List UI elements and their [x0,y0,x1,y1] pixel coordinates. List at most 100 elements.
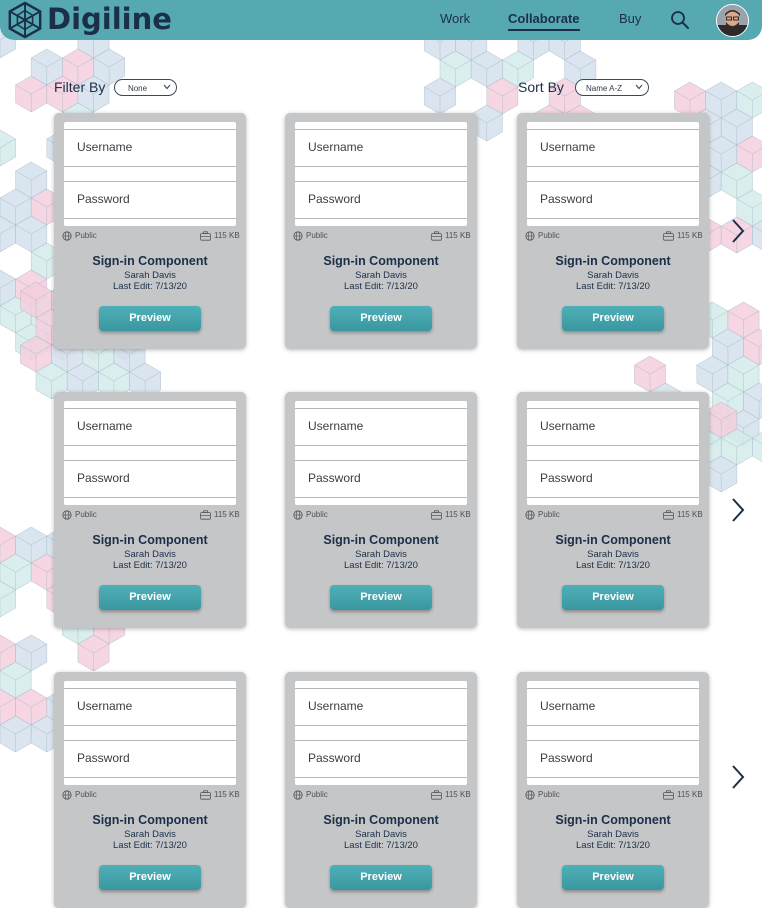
briefcase-icon [431,231,442,241]
visibility-label: Public [75,231,97,241]
username-field-preview: Username [527,129,699,167]
component-thumbnail: Username Password [64,681,236,785]
chevron-right-icon[interactable] [731,218,745,244]
search-icon[interactable] [670,10,690,30]
password-field-preview: Password [295,740,467,778]
component-card[interactable]: UsernamePasswordPublic115 KBSign-in Comp… [517,672,709,908]
visibility-label: Public [306,510,328,520]
card-last-edit: Last Edit: 7/13/20 [517,560,709,571]
sort-label: Sort By [518,79,564,95]
password-field-preview: Password [64,460,236,498]
password-field-preview: Password [527,181,699,219]
password-placeholder: Password [308,192,361,206]
component-card[interactable]: UsernamePasswordPublic115 KBSign-in Comp… [285,392,477,628]
component-card[interactable]: UsernamePasswordPublic115 KBSign-in Comp… [285,672,477,908]
card-author: Sarah Davis [54,829,246,840]
sort-value: Name A-Z [576,80,632,97]
briefcase-icon [200,231,211,241]
file-size: 115 KB [445,790,471,800]
globe-icon [62,790,72,800]
chevron-right-icon[interactable] [731,497,745,523]
globe-icon [293,510,303,520]
file-size: 115 KB [214,510,240,520]
card-author: Sarah Davis [285,270,477,281]
preview-button[interactable]: Preview [99,306,201,331]
card-author: Sarah Davis [285,829,477,840]
component-card[interactable]: UsernamePasswordPublic115 KBSign-in Comp… [285,113,477,349]
preview-button[interactable]: Preview [330,585,432,610]
username-placeholder: Username [308,419,363,433]
visibility-label: Public [75,790,97,800]
password-placeholder: Password [308,471,361,485]
brand-name[interactable]: Digiline [47,2,172,36]
password-placeholder: Password [77,751,130,765]
nav-buy[interactable]: Buy [619,11,641,27]
cube-logo-icon[interactable] [6,1,44,39]
briefcase-icon [663,510,674,520]
preview-button[interactable]: Preview [330,306,432,331]
file-size: 115 KB [677,231,703,241]
preview-button[interactable]: Preview [562,585,664,610]
password-field-preview: Password [64,181,236,219]
component-thumbnail: UsernamePassword [527,681,699,785]
card-title: Sign-in Component [285,254,477,268]
visibility-label: Public [306,231,328,241]
briefcase-icon [200,510,211,520]
cube-hexagon [0,130,16,166]
card-title: Sign-in Component [517,533,709,547]
sort-dropdown[interactable]: Name A-Z [575,79,649,96]
filter-value: None [115,80,160,97]
card-author: Sarah Davis [517,270,709,281]
password-field-preview: Password [295,460,467,498]
component-thumbnail: UsernamePassword [295,681,467,785]
password-placeholder: Password [308,751,361,765]
globe-icon [525,231,535,241]
card-title: Sign-in Component [517,813,709,827]
card-title: Sign-in Component [54,813,246,827]
password-placeholder: Password [540,471,593,485]
component-thumbnail: Username Password [295,401,467,505]
card-last-edit: Last Edit: 7/13/20 [285,560,477,571]
visibility-label: Public [538,231,560,241]
card-author: Sarah Davis [285,549,477,560]
file-size: 115 KB [214,231,240,241]
preview-button[interactable]: Preview [562,306,664,331]
card-author: Sarah Davis [54,270,246,281]
chevron-right-icon[interactable] [731,764,745,790]
preview-button[interactable]: Preview [99,585,201,610]
username-placeholder: Username [540,140,595,154]
file-size: 115 KB [214,790,240,800]
globe-icon [62,231,72,241]
component-card[interactable]: Username Password Public 115 KB Sign-in Comp… [54,672,246,908]
username-placeholder: Username [308,140,363,154]
username-placeholder: Username [540,419,595,433]
filter-label: Filter By [54,79,105,95]
preview-button[interactable]: Preview [330,865,432,890]
filter-dropdown[interactable]: None [114,79,177,96]
card-title: Sign-in Component [285,533,477,547]
username-placeholder: Username [77,699,132,713]
user-avatar[interactable] [716,4,749,37]
preview-button[interactable]: Preview [99,865,201,890]
component-card[interactable]: UsernamePasswordPublic115 KBSign-in Comp… [517,113,709,349]
component-card[interactable]: UsernamePasswordPublic115 KBSign-in Comp… [54,392,246,628]
briefcase-icon [431,790,442,800]
component-card[interactable]: UsernamePasswordPublic115 KBSign-in Comp… [54,113,246,349]
component-thumbnail: Username Password [64,122,236,226]
card-title: Sign-in Component [54,533,246,547]
username-field-preview: Username [64,408,236,446]
username-field-preview: Username [64,129,236,167]
card-last-edit: Last Edit: 7/13/20 [54,840,246,851]
chevron-down-icon [635,84,643,90]
preview-button[interactable]: Preview [562,865,664,890]
password-field-preview: Password [527,460,699,498]
component-card[interactable]: UsernamePasswordPublic115 KBSign-in Comp… [517,392,709,628]
password-placeholder: Password [77,192,130,206]
chevron-down-icon [163,84,171,90]
card-last-edit: Last Edit: 7/13/20 [54,560,246,571]
password-placeholder: Password [540,192,593,206]
password-field-preview: Password [295,181,467,219]
username-field-preview: Username [295,129,467,167]
nav-collaborate[interactable]: Collaborate [508,11,580,27]
nav-work[interactable]: Work [440,11,470,27]
